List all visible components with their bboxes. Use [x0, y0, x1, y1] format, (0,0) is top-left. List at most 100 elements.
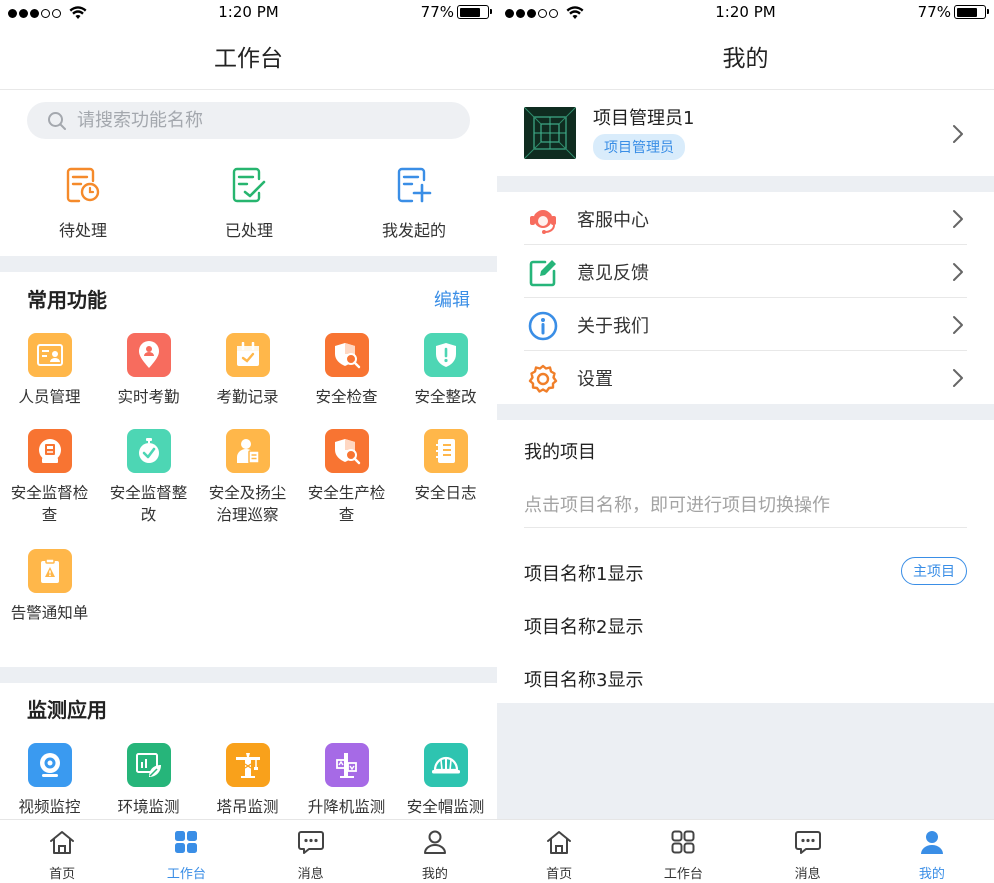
func-tower-crane-monitoring[interactable]: 塔吊监测: [198, 743, 297, 818]
func-label: 安全监督整改: [109, 484, 188, 524]
func-elevator-monitoring[interactable]: 升降机监测: [297, 743, 396, 818]
battery-percent: 77%: [917, 3, 951, 21]
done-doc-icon: [232, 167, 266, 203]
func-label: 告警通知单: [10, 604, 89, 622]
func-label: 安全日志: [414, 484, 477, 502]
tab-bar: 首页 工作台 消息 我的: [497, 819, 994, 883]
section-divider: [497, 404, 994, 420]
tab-label: 消息: [794, 867, 821, 882]
tab-home[interactable]: 首页: [0, 820, 124, 883]
search-input[interactable]: [77, 110, 437, 131]
func-safety-dust-patrol[interactable]: 安全及扬尘治理巡察: [198, 429, 297, 526]
func-safety-supervision-check[interactable]: 安全监督检查: [0, 429, 99, 526]
customer-service-icon: [530, 210, 556, 234]
grid-icon: [671, 830, 695, 854]
tab-workbench[interactable]: 工作台: [621, 820, 745, 883]
shield-search-icon: [324, 333, 369, 377]
func-personnel-management[interactable]: 人员管理: [0, 333, 99, 408]
menu-label: 客服中心: [577, 210, 649, 231]
pending-doc-icon: [66, 167, 100, 203]
battery-status: 77%: [917, 3, 989, 21]
calendar-check-icon: [225, 333, 270, 377]
quick-label: 我发起的: [381, 221, 446, 240]
common-functions-title: 常用功能: [27, 288, 107, 312]
message-icon: [794, 831, 821, 854]
person-icon: [423, 830, 446, 854]
func-realtime-attendance[interactable]: 实时考勤: [99, 333, 198, 408]
profile-row[interactable]: 项目管理员1 项目管理员: [497, 92, 994, 176]
tab-messages[interactable]: 消息: [249, 820, 373, 883]
initiated-doc-icon: [397, 167, 432, 203]
tab-mine[interactable]: 我的: [373, 820, 497, 883]
message-icon: [297, 831, 324, 854]
monitor-apps-title: 监测应用: [27, 698, 107, 722]
search-bar[interactable]: [27, 102, 470, 139]
chevron-right-icon: [953, 263, 963, 281]
tab-label: 消息: [297, 867, 324, 882]
quick-item-pending[interactable]: 待处理: [23, 165, 143, 241]
func-helmet-monitoring[interactable]: 安全帽监测: [396, 743, 495, 818]
tab-label: 首页: [49, 867, 76, 882]
tab-bar: 首页 工作台 消息 我的: [0, 819, 497, 883]
shield-search-icon: [324, 429, 369, 473]
func-video-monitoring[interactable]: 视频监控: [0, 743, 99, 818]
chevron-right-icon: [953, 210, 963, 228]
tower-crane-icon: [225, 743, 270, 787]
tab-home[interactable]: 首页: [497, 820, 621, 883]
func-safety-rectification[interactable]: 安全整改: [396, 333, 495, 408]
tab-label: 工作台: [166, 867, 206, 882]
role-badge: 项目管理员: [593, 134, 685, 160]
menu-label: 意见反馈: [577, 263, 649, 284]
project-item[interactable]: 项目名称3显示: [524, 666, 643, 692]
quick-item-initiated[interactable]: 我发起的: [354, 165, 474, 241]
tab-label: 工作台: [663, 867, 703, 882]
func-label: 人员管理: [18, 388, 81, 406]
helmet-icon: [423, 743, 468, 787]
func-attendance-records[interactable]: 考勤记录: [198, 333, 297, 408]
func-safety-log[interactable]: 安全日志: [396, 429, 495, 504]
workbench-screen: 1:20 PM 77% 工作台 待处理 已处理 我发起的 常用功能 编辑 人员管…: [0, 0, 497, 883]
main-project-badge: 主项目: [901, 557, 967, 585]
menu-about-us[interactable]: 关于我们: [497, 298, 994, 351]
avatar: [524, 107, 576, 159]
func-label: 安全监督检查: [10, 484, 89, 524]
home-icon: [547, 831, 572, 854]
func-label: 安全帽监测: [406, 798, 485, 816]
my-projects-title: 我的项目: [524, 442, 596, 463]
section-divider: [0, 256, 497, 272]
func-label: 视频监控: [18, 798, 81, 816]
battery-percent: 77%: [420, 3, 454, 21]
feedback-edit-icon: [529, 260, 556, 287]
edit-link[interactable]: 编辑: [434, 286, 470, 312]
battery-status: 77%: [420, 3, 492, 21]
tab-mine[interactable]: 我的: [870, 820, 994, 883]
func-label: 安全整改: [414, 388, 477, 406]
battery-icon: [457, 5, 492, 19]
func-label: 塔吊监测: [216, 798, 279, 816]
func-label: 环境监测: [117, 798, 180, 816]
project-item[interactable]: 项目名称2显示: [524, 613, 643, 639]
inspector-icon: [225, 429, 270, 473]
menu-settings[interactable]: 设置: [497, 351, 994, 404]
func-alert-notice[interactable]: 告警通知单: [0, 549, 99, 624]
tab-label: 我的: [421, 867, 448, 882]
tab-label: 首页: [546, 867, 573, 882]
func-safety-check[interactable]: 安全检查: [297, 333, 396, 408]
alert-clipboard-icon: [27, 549, 72, 593]
personnel-card-icon: [27, 333, 72, 377]
project-item[interactable]: 项目名称1显示: [524, 560, 643, 586]
func-safety-production-check[interactable]: 安全生产检查: [297, 429, 396, 526]
menu-customer-service[interactable]: 客服中心: [497, 192, 994, 245]
battery-icon: [954, 5, 989, 19]
func-environment-monitoring[interactable]: 环境监测: [99, 743, 198, 818]
page-title: 工作台: [0, 28, 497, 90]
webcam-icon: [27, 743, 72, 787]
person-icon: [920, 831, 943, 854]
leaf-chart-icon: [126, 743, 171, 787]
quick-item-done[interactable]: 已处理: [189, 165, 309, 241]
func-label: 安全生产检查: [307, 484, 386, 524]
tab-messages[interactable]: 消息: [746, 820, 870, 883]
menu-feedback[interactable]: 意见反馈: [497, 245, 994, 298]
tab-workbench[interactable]: 工作台: [124, 820, 248, 883]
func-safety-supervision-rectification[interactable]: 安全监督整改: [99, 429, 198, 526]
